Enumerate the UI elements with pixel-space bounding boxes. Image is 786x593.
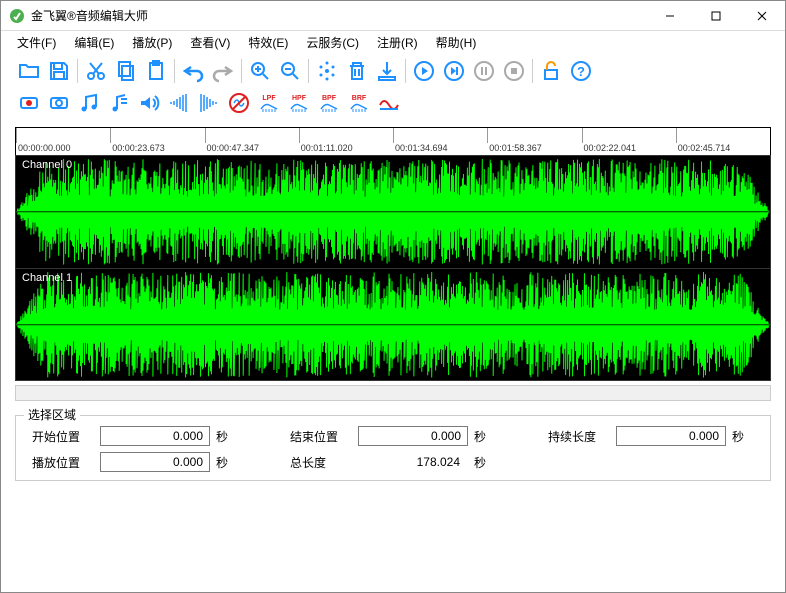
waveform-1-icon [16, 269, 770, 381]
channel-1-label: Channel 1 [22, 272, 72, 284]
zoom-out-button[interactable] [276, 57, 304, 85]
end-label: 结束位置 [284, 428, 358, 445]
save-button[interactable] [45, 57, 73, 85]
bpf-button[interactable]: BPF [315, 89, 343, 117]
menu-play[interactable]: 播放(P) [124, 32, 180, 53]
play-position-input[interactable] [100, 452, 210, 472]
app-icon [9, 8, 25, 24]
end-position-input[interactable] [358, 426, 468, 446]
channel-1[interactable]: Channel 1 [16, 269, 770, 381]
unlock-button[interactable] [537, 57, 565, 85]
delete-button[interactable] [343, 57, 371, 85]
record-mic-button[interactable] [45, 89, 73, 117]
timeline-labels: 00:00:00.000 00:00:23.673 00:00:47.347 0… [15, 143, 771, 155]
open-button[interactable] [15, 57, 43, 85]
svg-text:BRF: BRF [352, 95, 367, 102]
playpos-label: 播放位置 [26, 454, 100, 471]
channel-0-label: Channel 0 [22, 159, 72, 171]
export-button[interactable] [373, 57, 401, 85]
toolbar-row-1: ? [15, 57, 775, 85]
unit-label: 秒 [726, 428, 760, 445]
separator [308, 59, 309, 83]
titlebar: 金飞翼®音频编辑大师 [1, 1, 785, 31]
copy-button[interactable] [112, 57, 140, 85]
horizontal-scrollbar[interactable] [15, 385, 771, 401]
duration-label: 持续长度 [542, 428, 616, 445]
start-label: 开始位置 [26, 428, 100, 445]
separator [77, 59, 78, 83]
workspace: 00:00:00.000 00:00:23.673 00:00:47.347 0… [1, 127, 785, 592]
unit-label: 秒 [468, 454, 502, 471]
brf-button[interactable]: BRF [345, 89, 373, 117]
selection-region-panel: 选择区域 开始位置 秒 结束位置 秒 持续长度 秒 播放位置 秒 总长度 178… [15, 415, 771, 481]
record-button[interactable] [15, 89, 43, 117]
menu-effects[interactable]: 特效(E) [240, 32, 296, 53]
fade-in-button[interactable] [165, 89, 193, 117]
menu-cloud[interactable]: 云服务(C) [298, 32, 367, 53]
menu-register[interactable]: 注册(R) [369, 32, 426, 53]
menu-view[interactable]: 查看(V) [182, 32, 238, 53]
separator [241, 59, 242, 83]
redo-button[interactable] [209, 57, 237, 85]
menu-file[interactable]: 文件(F) [9, 32, 64, 53]
unit-label: 秒 [468, 428, 502, 445]
unit-label: 秒 [210, 454, 244, 471]
minimize-button[interactable] [647, 1, 693, 30]
lpf-button[interactable]: LPF [255, 89, 283, 117]
timestamp: 00:02:45.714 [676, 143, 770, 155]
help-button[interactable]: ? [567, 57, 595, 85]
close-button[interactable] [739, 1, 785, 30]
waveform-container[interactable]: Channel 0 Channel 1 [15, 155, 771, 381]
menu-help[interactable]: 帮助(H) [428, 32, 485, 53]
menubar: 文件(F) 编辑(E) 播放(P) 查看(V) 特效(E) 云服务(C) 注册(… [1, 31, 785, 53]
stop-button[interactable] [500, 57, 528, 85]
timestamp: 00:01:11.020 [299, 143, 393, 155]
volume-button[interactable] [135, 89, 163, 117]
svg-text:BPF: BPF [322, 95, 337, 102]
normalize-button[interactable] [225, 89, 253, 117]
paste-button[interactable] [142, 57, 170, 85]
timestamp: 00:01:58.367 [487, 143, 581, 155]
unit-label: 秒 [210, 428, 244, 445]
play-loop-button[interactable] [440, 57, 468, 85]
menu-edit[interactable]: 编辑(E) [66, 32, 122, 53]
window-title: 金飞翼®音频编辑大师 [31, 7, 647, 24]
separator [532, 59, 533, 83]
ruler[interactable] [15, 127, 771, 143]
timestamp: 00:00:23.673 [110, 143, 204, 155]
play-button[interactable] [410, 57, 438, 85]
pause-button[interactable] [470, 57, 498, 85]
zoom-in-button[interactable] [246, 57, 274, 85]
waveform-0-icon [16, 156, 770, 268]
timestamp: 00:00:47.347 [205, 143, 299, 155]
svg-text:LPF: LPF [262, 95, 276, 102]
effects-button[interactable] [313, 57, 341, 85]
separator [174, 59, 175, 83]
timestamp: 00:00:00.000 [16, 143, 110, 155]
eq-button[interactable] [375, 89, 403, 117]
maximize-button[interactable] [693, 1, 739, 30]
channel-0[interactable]: Channel 0 [16, 156, 770, 269]
hpf-button[interactable]: HPF [285, 89, 313, 117]
svg-text:?: ? [577, 64, 585, 79]
region-legend: 选择区域 [24, 406, 80, 423]
duration-input[interactable] [616, 426, 726, 446]
start-position-input[interactable] [100, 426, 210, 446]
timestamp: 00:02:22.041 [582, 143, 676, 155]
fade-out-button[interactable] [195, 89, 223, 117]
music-button[interactable] [75, 89, 103, 117]
total-label: 总长度 [284, 454, 358, 471]
cut-button[interactable] [82, 57, 110, 85]
total-length-value: 178.024 [358, 455, 468, 469]
toolbar-row-2: LPF HPF BPF BRF [15, 89, 775, 117]
undo-button[interactable] [179, 57, 207, 85]
toolbar: ? LPF HPF BPF BRF [1, 53, 785, 127]
timestamp: 00:01:34.694 [393, 143, 487, 155]
separator [405, 59, 406, 83]
tune-button[interactable] [105, 89, 133, 117]
svg-text:HPF: HPF [292, 95, 307, 102]
